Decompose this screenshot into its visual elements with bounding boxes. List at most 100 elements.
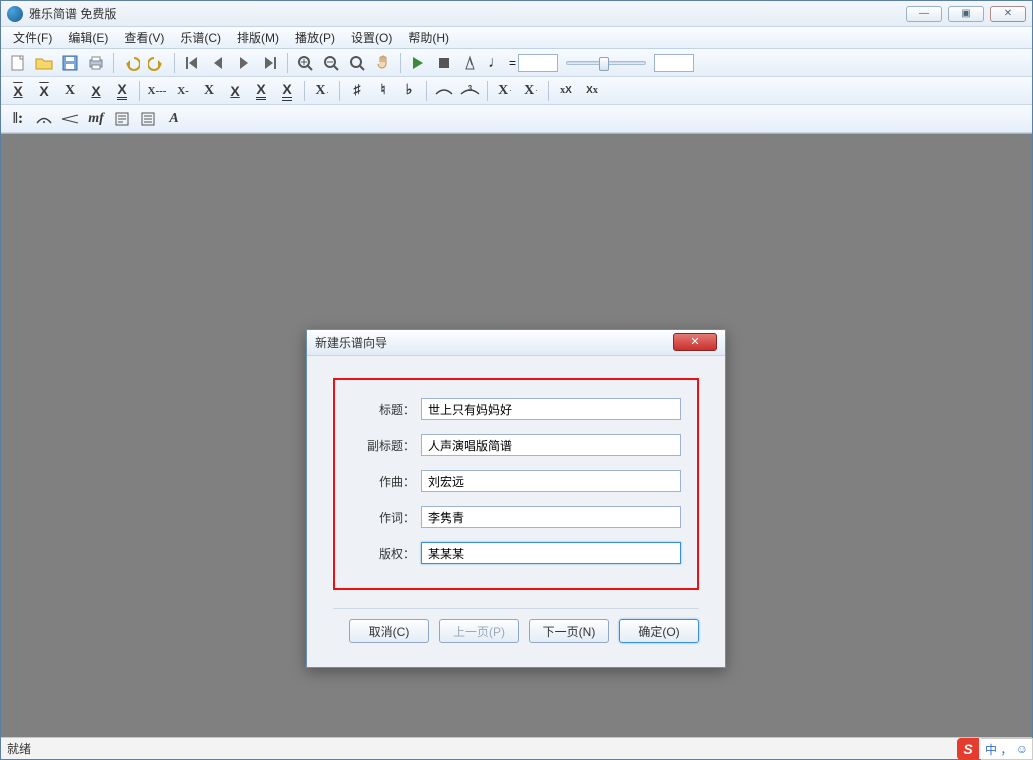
main-window: 雅乐简谱 免费版 — ▣ ✕ 文件(F) 编辑(E) 查看(V) 乐谱(C) 排… xyxy=(0,0,1033,760)
note-eighth-icon[interactable]: X xyxy=(84,79,108,103)
zoom-out-icon[interactable] xyxy=(319,51,343,75)
label-copyright: 版权： xyxy=(351,545,415,562)
font-icon[interactable]: A xyxy=(162,107,186,131)
toolbar-main: ♩ = xyxy=(1,49,1032,77)
repeat-sign-icon[interactable]: ‖: xyxy=(6,107,30,131)
ime-lang: 中 xyxy=(985,741,997,758)
stop-icon[interactable] xyxy=(432,51,456,75)
tempo-slider[interactable] xyxy=(566,61,646,65)
fermata-icon[interactable] xyxy=(32,107,56,131)
next-button[interactable]: 下一页(N) xyxy=(529,619,609,643)
menu-view[interactable]: 查看(V) xyxy=(116,27,172,48)
menu-play[interactable]: 播放(P) xyxy=(287,27,343,48)
dialog-body: 标题： 副标题： 作曲： 作词： xyxy=(307,356,725,667)
menu-layout[interactable]: 排版(M) xyxy=(229,27,287,48)
menu-score[interactable]: 乐谱(C) xyxy=(172,27,229,48)
last-page-icon[interactable] xyxy=(258,51,282,75)
ime-status[interactable]: 中 ， ☺ xyxy=(981,738,1033,760)
titlebar[interactable]: 雅乐简谱 免费版 — ▣ ✕ xyxy=(1,1,1032,27)
maximize-button[interactable]: ▣ xyxy=(948,6,984,22)
flat-icon[interactable]: ♭ xyxy=(397,79,421,103)
cancel-button[interactable]: 取消(C) xyxy=(349,619,429,643)
menu-settings[interactable]: 设置(O) xyxy=(343,27,400,48)
dialog-button-row: 取消(C) 上一页(P) 下一页(N) 确定(O) xyxy=(333,619,699,657)
note-x5-icon[interactable]: X xyxy=(275,79,299,103)
window-title: 雅乐简谱 免费版 xyxy=(29,5,906,22)
dialog-title: 新建乐谱向导 xyxy=(315,334,387,351)
sogou-icon[interactable]: S xyxy=(957,738,979,760)
minimize-button[interactable]: — xyxy=(906,6,942,22)
text-block-icon[interactable] xyxy=(136,107,160,131)
note-sixteenth-icon[interactable]: X xyxy=(110,79,134,103)
dialog-separator xyxy=(333,608,699,609)
tempo-value-input[interactable] xyxy=(654,54,694,72)
menubar: 文件(F) 编辑(E) 查看(V) 乐谱(C) 排版(M) 播放(P) 设置(O… xyxy=(1,27,1032,49)
octave-up-icon[interactable]: X· xyxy=(493,79,517,103)
prev-page-icon[interactable] xyxy=(206,51,230,75)
highlight-frame: 标题： 副标题： 作曲： 作词： xyxy=(333,378,699,590)
note-half-icon[interactable]: X xyxy=(32,79,56,103)
input-lyricist[interactable] xyxy=(421,506,681,528)
tuplet-icon[interactable]: 3 xyxy=(458,79,482,103)
statusbar: 就绪 xyxy=(1,737,1032,759)
label-title: 标题： xyxy=(351,401,415,418)
app-icon xyxy=(7,6,23,22)
svg-text:3: 3 xyxy=(468,84,473,93)
note-quarter-icon[interactable]: X xyxy=(58,79,82,103)
note-dash3-icon[interactable]: X--- xyxy=(145,79,169,103)
input-subtitle[interactable] xyxy=(421,434,681,456)
sharp-icon[interactable]: ♯ xyxy=(345,79,369,103)
note-x2-icon[interactable]: X xyxy=(197,79,221,103)
dialog-titlebar[interactable]: 新建乐谱向导 ✕ xyxy=(307,330,725,356)
tempo-equals: = xyxy=(509,56,516,70)
open-file-icon[interactable] xyxy=(32,51,56,75)
hand-pan-icon[interactable] xyxy=(371,51,395,75)
note-x3-icon[interactable]: X xyxy=(223,79,247,103)
note-dash1-icon[interactable]: X- xyxy=(171,79,195,103)
input-title[interactable] xyxy=(421,398,681,420)
save-icon[interactable] xyxy=(58,51,82,75)
dynamic-mf-icon[interactable]: mf xyxy=(84,107,108,131)
ime-indicator[interactable]: S 中 ， ☺ xyxy=(957,738,1033,760)
zoom-fit-icon[interactable] xyxy=(345,51,369,75)
client-area: 新建乐谱向导 ✕ 标题： 副标题： 作曲： xyxy=(1,133,1032,737)
toolbar-notes: X X X X X X--- X- X X X X X. ♯ ♮ ♭ 3 X· … xyxy=(1,77,1032,105)
grace-down-icon[interactable]: Xx xyxy=(580,79,604,103)
window-buttons: — ▣ ✕ xyxy=(906,6,1026,22)
toolbar-symbols: ‖: mf A xyxy=(1,105,1032,133)
menu-edit[interactable]: 编辑(E) xyxy=(60,27,116,48)
undo-icon[interactable] xyxy=(119,51,143,75)
crescendo-icon[interactable] xyxy=(58,107,82,131)
prev-button: 上一页(P) xyxy=(439,619,519,643)
grace-up-icon[interactable]: xX xyxy=(554,79,578,103)
close-button[interactable]: ✕ xyxy=(990,6,1026,22)
tempo-input[interactable] xyxy=(518,54,558,72)
octave-down-icon[interactable]: X· xyxy=(519,79,543,103)
note-whole-icon[interactable]: X xyxy=(6,79,30,103)
dotted-note-icon[interactable]: X. xyxy=(310,79,334,103)
first-page-icon[interactable] xyxy=(180,51,204,75)
new-file-icon[interactable] xyxy=(6,51,30,75)
slider-thumb-icon[interactable] xyxy=(599,57,609,71)
input-copyright[interactable] xyxy=(421,542,681,564)
tempo-note-icon: ♩ xyxy=(484,51,508,75)
natural-icon[interactable]: ♮ xyxy=(371,79,395,103)
ime-punct: ， xyxy=(1000,741,1012,758)
menu-file[interactable]: 文件(F) xyxy=(5,27,60,48)
redo-icon[interactable] xyxy=(145,51,169,75)
ok-button[interactable]: 确定(O) xyxy=(619,619,699,643)
play-icon[interactable] xyxy=(406,51,430,75)
input-composer[interactable] xyxy=(421,470,681,492)
dialog-close-button[interactable]: ✕ xyxy=(673,333,717,351)
lyrics-icon[interactable] xyxy=(110,107,134,131)
menu-help[interactable]: 帮助(H) xyxy=(400,27,457,48)
zoom-in-icon[interactable] xyxy=(293,51,317,75)
ime-emoji: ☺ xyxy=(1016,742,1028,756)
metronome-icon[interactable] xyxy=(458,51,482,75)
next-page-icon[interactable] xyxy=(232,51,256,75)
status-text: 就绪 xyxy=(7,740,31,757)
print-icon[interactable] xyxy=(84,51,108,75)
tie-icon[interactable] xyxy=(432,79,456,103)
new-score-wizard-dialog: 新建乐谱向导 ✕ 标题： 副标题： 作曲： xyxy=(306,329,726,668)
note-x4-icon[interactable]: X xyxy=(249,79,273,103)
